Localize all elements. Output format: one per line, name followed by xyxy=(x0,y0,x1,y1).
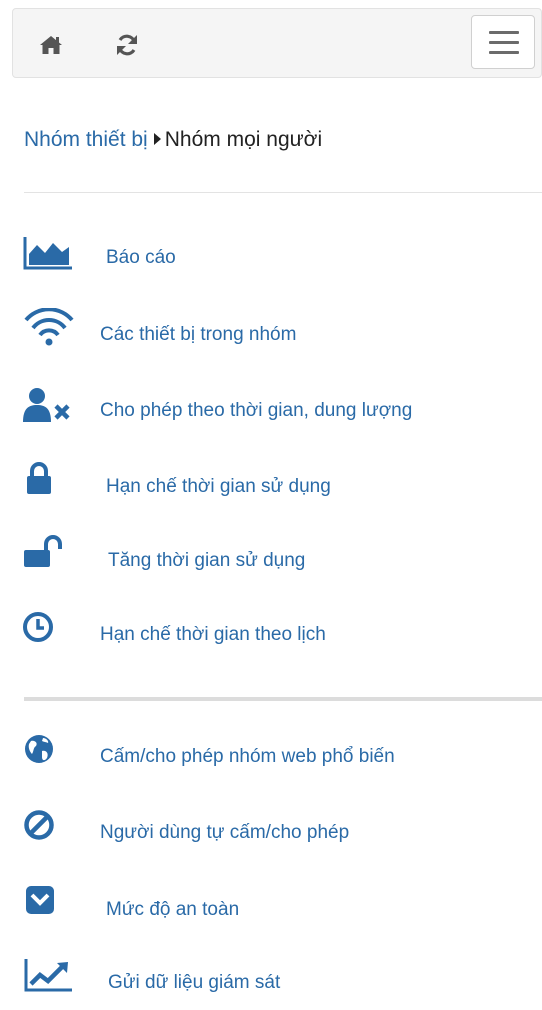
top-toolbar xyxy=(12,8,542,78)
hamburger-bar xyxy=(489,51,519,54)
area-chart-icon xyxy=(23,237,72,270)
menu-item-label: Hạn chế thời gian theo lịch xyxy=(100,624,326,645)
menu-toggle-button[interactable] xyxy=(471,15,535,69)
menu-item-devices[interactable]: Các thiết bị trong nhóm xyxy=(0,308,542,364)
menu-item-web-groups[interactable]: Cấm/cho phép nhóm web phổ biến xyxy=(0,730,542,786)
menu-item-label: Mức độ an toàn xyxy=(106,899,240,920)
chevron-down-square-icon xyxy=(26,886,54,914)
menu-item-safety-level[interactable]: Mức độ an toàn xyxy=(0,882,542,938)
globe-icon xyxy=(25,735,53,763)
hamburger-menu-icon xyxy=(489,31,519,34)
menu-item-user-self-block[interactable]: Người dùng tự cấm/cho phép xyxy=(0,806,542,862)
ban-icon xyxy=(24,810,54,840)
wifi-icon xyxy=(24,308,74,346)
user-times-icon xyxy=(23,388,70,422)
menu-item-label: Hạn chế thời gian sử dụng xyxy=(106,476,331,497)
divider xyxy=(24,192,542,193)
menu-item-label: Cho phép theo thời gian, dung lượng xyxy=(100,400,413,421)
menu-item-schedule-limit[interactable]: Hạn chế thời gian theo lịch xyxy=(0,608,542,664)
line-chart-icon xyxy=(24,959,72,992)
lock-icon xyxy=(27,462,51,494)
breadcrumb-separator-icon xyxy=(153,133,161,145)
breadcrumb-current: Nhóm mọi người xyxy=(164,128,323,151)
home-icon[interactable] xyxy=(37,31,65,59)
menu-item-label: Tăng thời gian sử dụng xyxy=(108,550,306,571)
menu-item-label: Cấm/cho phép nhóm web phổ biến xyxy=(100,746,395,767)
hamburger-bar xyxy=(489,41,519,44)
menu-item-send-monitoring-data[interactable]: Gửi dữ liệu giám sát xyxy=(0,954,542,1010)
menu-item-allow-time-data[interactable]: Cho phép theo thời gian, dung lượng xyxy=(0,384,542,440)
section-divider xyxy=(24,697,542,701)
menu-item-increase-usage-time[interactable]: Tăng thời gian sử dụng xyxy=(0,532,542,588)
menu-item-label: Người dùng tự cấm/cho phép xyxy=(100,822,350,843)
breadcrumb-parent-link[interactable]: Nhóm thiết bị xyxy=(24,128,148,151)
unlock-icon xyxy=(24,535,62,567)
menu-item-label: Các thiết bị trong nhóm xyxy=(100,324,297,345)
menu-item-label: Gửi dữ liệu giám sát xyxy=(108,972,281,993)
menu-item-limit-usage-time[interactable]: Hạn chế thời gian sử dụng xyxy=(0,460,542,516)
clock-icon xyxy=(23,612,53,642)
menu-item-report[interactable]: Báo cáo xyxy=(0,230,542,286)
refresh-icon[interactable] xyxy=(113,31,141,59)
breadcrumb: Nhóm thiết bị Nhóm mọi người xyxy=(24,128,322,152)
menu-item-label: Báo cáo xyxy=(106,247,176,268)
